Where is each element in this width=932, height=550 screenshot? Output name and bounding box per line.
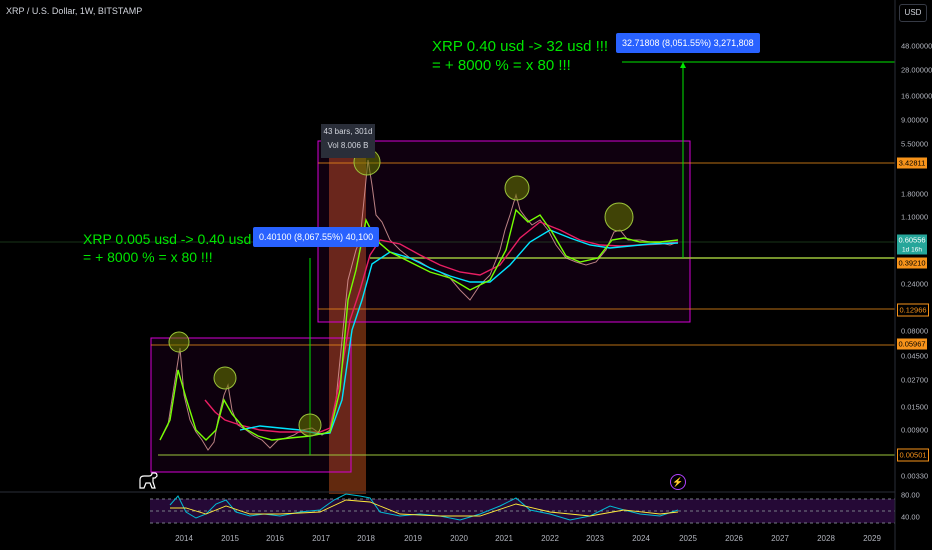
y-axis-label: 48.00000 <box>901 41 932 51</box>
x-axis-label: 2027 <box>771 534 789 543</box>
y-axis-label: 0.24000 <box>901 279 929 289</box>
price-tag: 0.12966 <box>897 303 929 317</box>
x-axis-label: 2024 <box>632 534 650 543</box>
lower-note-line2: = + 8000 % = x 80 !!! <box>83 249 213 265</box>
x-axis-label: 2018 <box>357 534 375 543</box>
rsi-axis-label: 40.00 <box>901 512 920 522</box>
symbol-title[interactable]: XRP / U.S. Dollar, 1W, BITSTAMP <box>6 6 142 16</box>
date-range-label[interactable]: 43 bars, 301d Vol 8.006 B <box>321 124 375 158</box>
x-axis-label: 2023 <box>586 534 604 543</box>
peak-marker <box>168 331 190 353</box>
x-axis-label: 2028 <box>817 534 835 543</box>
target-measure-label[interactable]: 32.71808 (8,051.55%) 3,271,808 <box>616 33 760 53</box>
upper-note-line1: XRP 0.40 usd -> 32 usd !!! <box>432 38 609 55</box>
x-axis-label: 2022 <box>541 534 559 543</box>
projection-arrow <box>680 62 686 68</box>
x-axis-label: 2025 <box>679 534 697 543</box>
x-axis-label: 2015 <box>221 534 239 543</box>
y-axis-label: 0.02700 <box>901 375 929 385</box>
y-axis-label: 0.00330 <box>901 471 929 481</box>
upper-note: XRP 0.40 usd -> 32 usd !!! = + 8000 % = … <box>432 37 608 75</box>
y-axis-label: 16.00000 <box>901 91 932 101</box>
x-axis-label: 2017 <box>312 534 330 543</box>
y-axis-label: 0.00900 <box>901 425 929 435</box>
range-measure-label[interactable]: 0.40100 (8,067.55%) 40,100 <box>253 227 380 247</box>
x-axis-label: 2020 <box>450 534 468 543</box>
x-axis-label: 2019 <box>404 534 422 543</box>
x-axis-label: 2021 <box>495 534 513 543</box>
tradingview-dino-icon <box>139 472 158 489</box>
y-axis-label: 9.00000 <box>901 115 929 125</box>
date-range-bars: 43 bars, 301d <box>323 127 373 136</box>
price-tag: 0.05967 <box>897 338 927 350</box>
price-tag: 3.42811 <box>897 157 927 169</box>
countdown-tag: 1d 16h <box>897 245 927 255</box>
peak-marker <box>504 175 530 201</box>
lower-note: XRP 0.005 usd -> 0.40 usd = + 8000 % = x… <box>83 230 251 266</box>
price-tag: 0.00501 <box>897 448 929 462</box>
y-axis-label: 0.04500 <box>901 351 929 361</box>
peak-marker <box>298 413 322 437</box>
x-axis-label: 2016 <box>266 534 284 543</box>
current-price-tag: 0.60556 <box>897 234 927 246</box>
y-axis-label: 0.08000 <box>901 326 929 336</box>
y-axis-label: 0.01500 <box>901 402 929 412</box>
x-axis-label: 2029 <box>863 534 881 543</box>
date-range-volume: Vol 8.006 B <box>327 141 369 150</box>
price-chart[interactable] <box>0 0 932 550</box>
rsi-axis-label: 80.00 <box>901 490 920 500</box>
y-axis-label: 1.80000 <box>901 189 929 199</box>
x-axis-label: 2026 <box>725 534 743 543</box>
y-axis-label: 1.10000 <box>901 212 929 222</box>
y-axis-label: 28.00000 <box>901 65 932 75</box>
upper-note-line2: = + 8000 % = x 80 !!! <box>432 57 571 74</box>
lightning-icon[interactable]: ⚡ <box>670 474 686 490</box>
peak-marker <box>213 366 237 390</box>
price-tag: 0.39210 <box>897 257 927 269</box>
y-axis-label: 5.50000 <box>901 139 929 149</box>
x-axis-label: 2014 <box>175 534 193 543</box>
lower-note-line1: XRP 0.005 usd -> 0.40 usd <box>83 231 252 247</box>
peak-marker <box>604 202 634 232</box>
currency-button[interactable]: USD <box>899 4 927 22</box>
